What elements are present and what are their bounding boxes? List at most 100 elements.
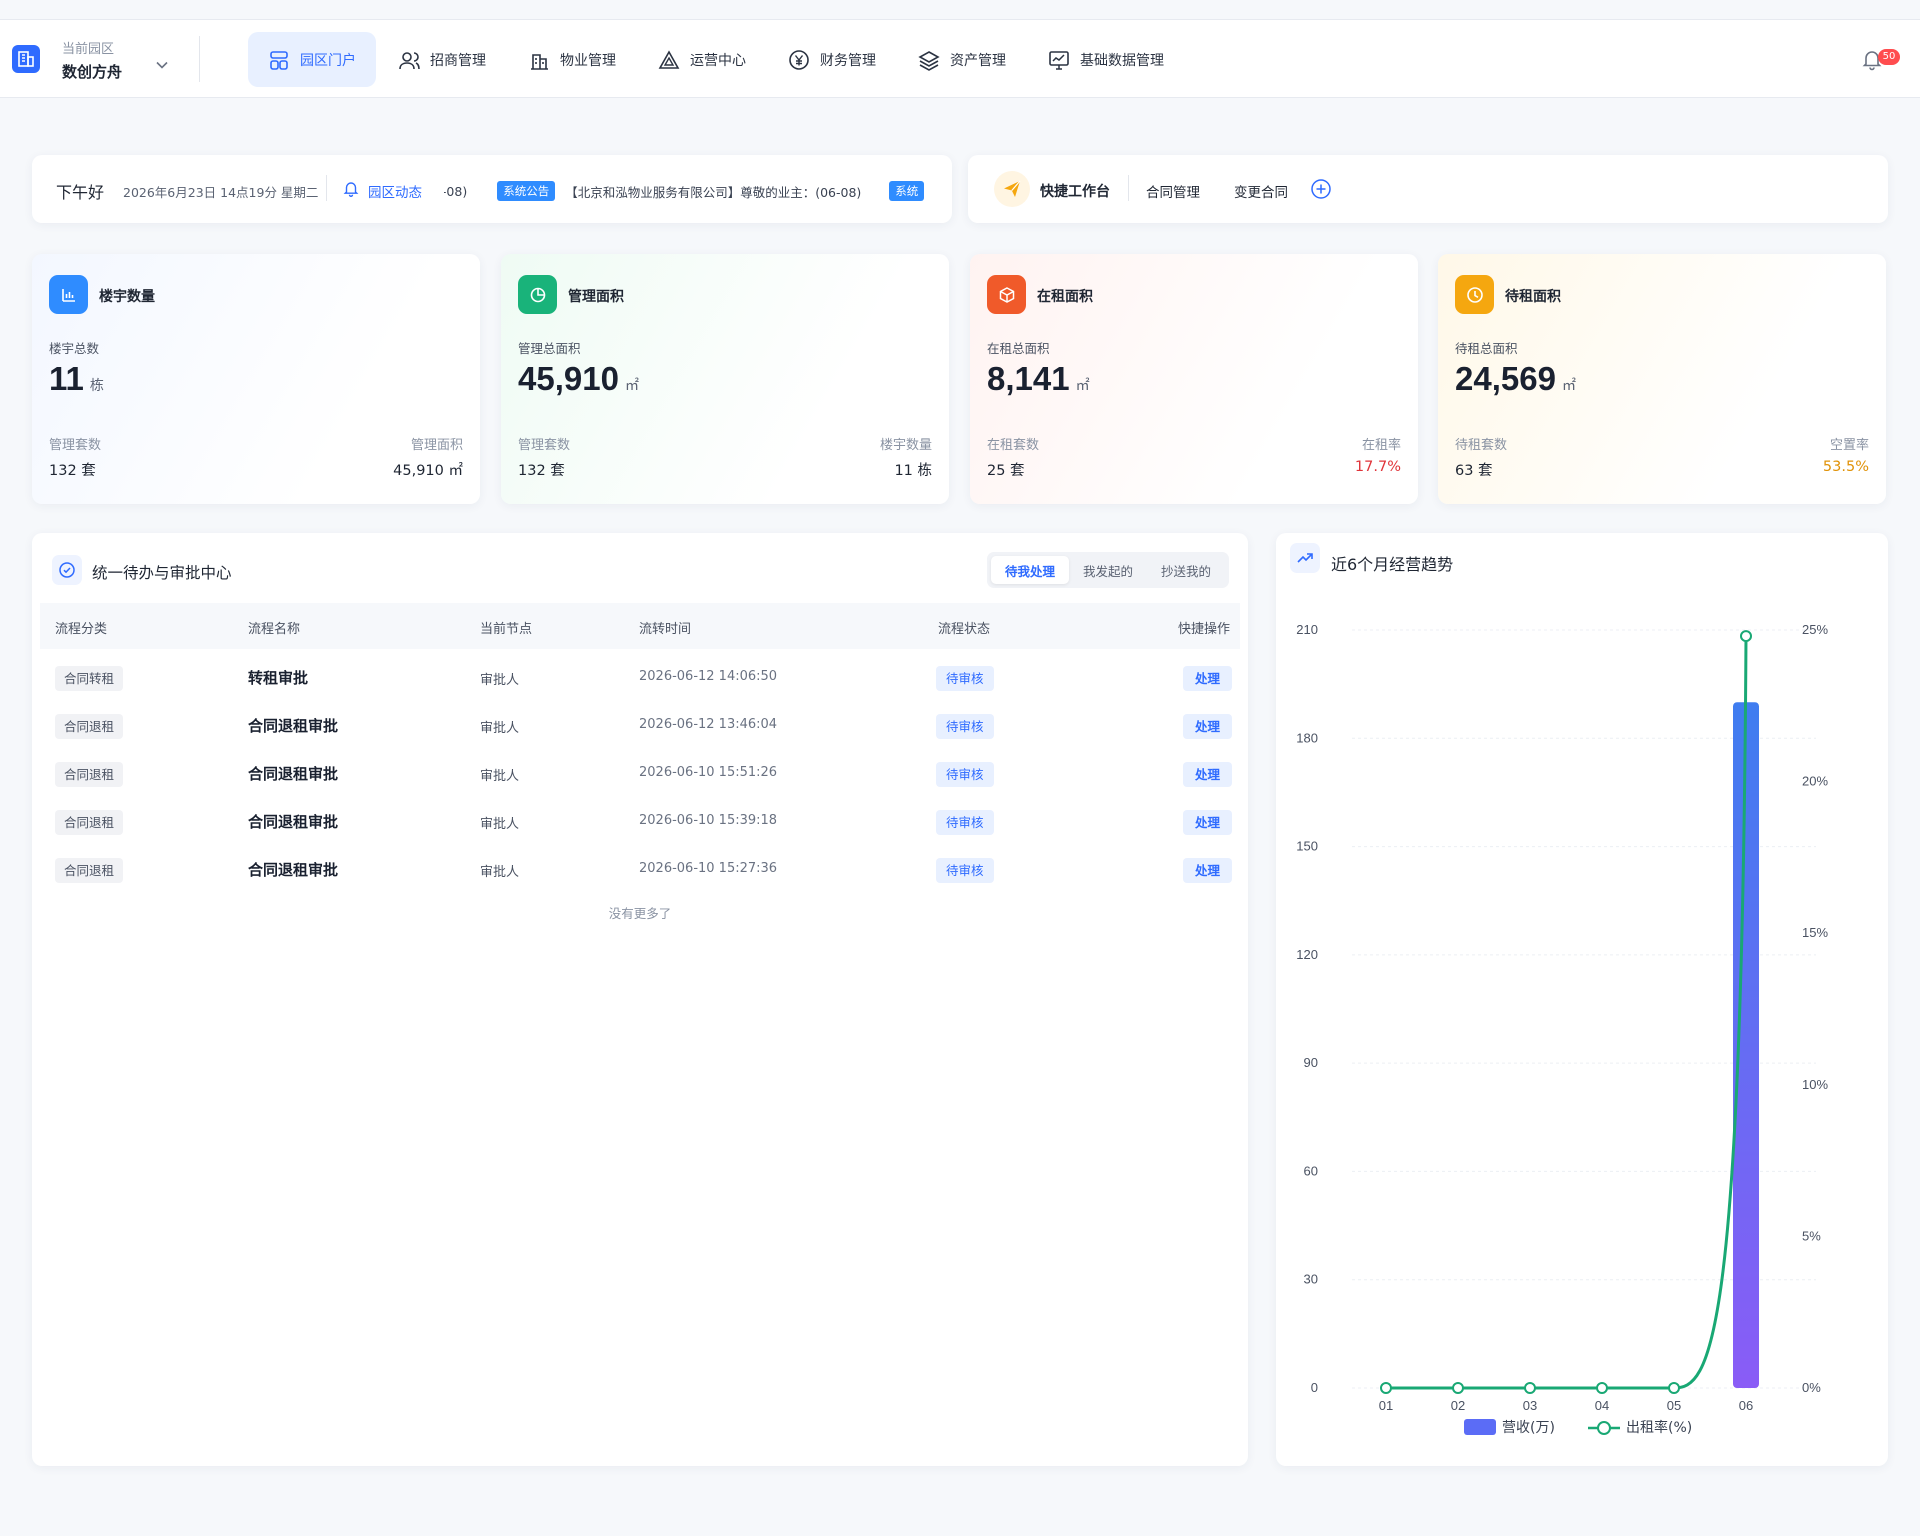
stat-footer-value: 53.5% bbox=[1822, 459, 1869, 475]
announcement-ticker[interactable]: 06-08) 系统公告 【北京和泓物业服务有限公司】尊敬的业主：(06-08) … bbox=[444, 171, 952, 207]
y-tick-label: 180 bbox=[1296, 730, 1318, 745]
table-header: 流程分类 流程名称 当前节点 流转时间 流程状态 快捷操作 bbox=[40, 603, 1240, 649]
announcement-text[interactable]: 【北京和泓物业服务有限公司】尊敬的业主：(06-08) bbox=[565, 182, 861, 201]
layers-icon bbox=[918, 50, 940, 71]
building-icon bbox=[531, 53, 548, 70]
park-news-link[interactable]: 园区动态 bbox=[368, 181, 422, 201]
stat-footer-value: 45,910 ㎡ bbox=[393, 463, 463, 479]
occupancy-point bbox=[1740, 630, 1752, 643]
approval-center-panel: 统一待办与审批中心 待我处理 我发起的 抄送我的 流程分类 流程名称 当前节点 流转… bbox=[32, 533, 1248, 1466]
nav-item-label: 基础数据管理 bbox=[1080, 52, 1164, 69]
main-nav: 园区门户 招商管理 物业管理 运营中心 财务管理 资产管理 基础数据管理 bbox=[248, 32, 1184, 87]
status-badge: 待审核 bbox=[936, 810, 994, 835]
process-button[interactable]: 处理 bbox=[1183, 858, 1233, 883]
clock-icon bbox=[1455, 275, 1494, 314]
contract-management-link[interactable]: 合同管理 bbox=[1146, 181, 1200, 201]
column-header: 快捷操作 bbox=[1178, 622, 1231, 637]
stat-title: 管理面积 bbox=[568, 289, 624, 305]
stat-unit: 栋 bbox=[89, 378, 104, 394]
current-datetime: 2026年6月23日 14点19分 星期二 bbox=[123, 185, 319, 200]
stat-footer-value: 17.7% bbox=[1354, 459, 1401, 475]
occupancy-point bbox=[1524, 1382, 1536, 1394]
nav-item-3[interactable]: 物业管理 bbox=[508, 32, 636, 87]
quick-workbench: 快捷工作台 合同管理 变更合同 bbox=[968, 155, 1888, 223]
nav-item-1[interactable]: 园区门户 bbox=[248, 32, 376, 87]
legend-occupancy-label: 出租率(%) bbox=[1626, 1419, 1692, 1436]
process-button[interactable]: 处理 bbox=[1183, 714, 1233, 739]
legend-occupancy-marker bbox=[1597, 1421, 1611, 1435]
y-tick-label: 60 bbox=[1304, 1163, 1318, 1178]
nav-item-5[interactable]: 财务管理 bbox=[768, 32, 896, 87]
quick-workbench-title: 快捷工作台 bbox=[1040, 184, 1110, 200]
tab-1[interactable]: 待我处理 bbox=[991, 556, 1070, 584]
y2-tick-label: 20% bbox=[1802, 774, 1828, 789]
stat-unit: ㎡ bbox=[1075, 378, 1090, 394]
park-logo-icon bbox=[12, 45, 40, 73]
stat-card: 待租面积 待租总面积 24,569 ㎡待租套数 63 套 空置率 53.5% bbox=[1438, 254, 1886, 504]
tab-3[interactable]: 抄送我的 bbox=[1147, 556, 1225, 584]
current-node: 审批人 bbox=[480, 673, 520, 688]
business-trend-panel: 近6个月经营趋势 0 30 60 90 120 150 180 210 0% 5% 10% 15% 20… bbox=[1276, 533, 1888, 1466]
stat-title: 待租面积 bbox=[1505, 289, 1561, 305]
stat-footer-label: 管理面积 bbox=[410, 438, 463, 453]
stat-title: 楼宇数量 bbox=[99, 289, 155, 305]
current-node: 审批人 bbox=[480, 865, 520, 880]
stat-footer-label: 楼宇数量 bbox=[879, 438, 932, 453]
tab-2[interactable]: 我发起的 bbox=[1069, 556, 1147, 584]
x-tick-label: 04 bbox=[1595, 1398, 1609, 1413]
add-shortcut-icon[interactable] bbox=[1310, 178, 1332, 200]
status-badge: 待审核 bbox=[936, 714, 994, 739]
stat-footer-label: 在租率 bbox=[1361, 438, 1401, 453]
table-row[interactable]: 合同退租 合同退租审批 审批人 2026-06-10 15:27:36 待审核 处理 bbox=[40, 847, 1240, 895]
nav-item-2[interactable]: 招商管理 bbox=[378, 32, 506, 87]
category-tag: 合同退租 bbox=[55, 762, 124, 787]
process-button[interactable]: 处理 bbox=[1183, 810, 1233, 835]
nav-item-4[interactable]: 运营中心 bbox=[638, 32, 766, 87]
occupancy-point bbox=[1380, 1382, 1392, 1394]
stat-footer-value: 132 套 bbox=[518, 463, 565, 479]
stat-value: 11 bbox=[49, 360, 84, 397]
table-row[interactable]: 合同转租 转租审批 审批人 2026-06-12 14:06:50 待审核 处理 bbox=[40, 655, 1240, 703]
flow-name: 合同退租审批 bbox=[248, 717, 339, 735]
legend-revenue-swatch bbox=[1464, 1419, 1496, 1435]
triangle-icon bbox=[658, 49, 680, 69]
occupancy-point bbox=[1452, 1382, 1464, 1394]
nav-item-6[interactable]: 资产管理 bbox=[898, 32, 1026, 87]
current-node: 审批人 bbox=[480, 769, 520, 784]
no-more-text: 没有更多了 bbox=[608, 906, 672, 921]
table-row[interactable]: 合同退租 合同退租审批 审批人 2026-06-10 15:39:18 待审核 处理 bbox=[40, 799, 1240, 847]
stat-card: 在租面积 在租总面积 8,141 ㎡在租套数 25 套 在租率 17.7% bbox=[970, 254, 1418, 504]
stat-footer-label: 在租套数 bbox=[987, 438, 1040, 453]
table-row[interactable]: 合同退租 合同退租审批 审批人 2026-06-10 15:51:26 待审核 处理 bbox=[40, 751, 1240, 799]
category-tag: 合同退租 bbox=[55, 858, 124, 883]
x-tick-label: 05 bbox=[1667, 1398, 1681, 1413]
change-contract-link[interactable]: 变更合同 bbox=[1234, 181, 1288, 201]
park-selector[interactable]: 数创方舟 bbox=[62, 61, 122, 82]
stat-subtitle: 管理总面积 bbox=[518, 341, 581, 356]
x-tick-label: 06 bbox=[1739, 1398, 1753, 1413]
process-button[interactable]: 处理 bbox=[1183, 666, 1233, 691]
flow-time: 2026-06-10 15:27:36 bbox=[639, 861, 778, 876]
column-header: 流程状态 bbox=[938, 622, 991, 637]
process-button[interactable]: 处理 bbox=[1183, 762, 1233, 787]
stat-footer-value: 11 栋 bbox=[894, 463, 932, 479]
y-tick-label: 210 bbox=[1296, 622, 1318, 637]
stat-footer-label: 管理套数 bbox=[518, 438, 571, 453]
chevron-down-icon[interactable] bbox=[155, 58, 169, 72]
nav-item-7[interactable]: 基础数据管理 bbox=[1028, 32, 1184, 87]
flow-name: 合同退租审批 bbox=[248, 765, 339, 783]
paper-plane-icon bbox=[994, 171, 1030, 207]
stat-value: 8,141 bbox=[987, 360, 1070, 397]
users-icon bbox=[399, 51, 420, 69]
status-badge: 待审核 bbox=[936, 666, 994, 691]
y-tick-label: 0 bbox=[1311, 1380, 1318, 1395]
y2-tick-label: 25% bbox=[1802, 622, 1828, 637]
flow-name: 合同退租审批 bbox=[248, 813, 339, 831]
flow-time: 2026-06-10 15:39:18 bbox=[639, 813, 778, 828]
stat-unit: ㎡ bbox=[624, 378, 639, 394]
table-row[interactable]: 合同退租 合同退租审批 审批人 2026-06-12 13:46:04 待审核 处理 bbox=[40, 703, 1240, 751]
box-icon bbox=[987, 275, 1026, 314]
column-header: 流程分类 bbox=[55, 622, 108, 637]
y-tick-label: 30 bbox=[1304, 1272, 1318, 1287]
greeting-text: 下午好 bbox=[56, 183, 105, 202]
